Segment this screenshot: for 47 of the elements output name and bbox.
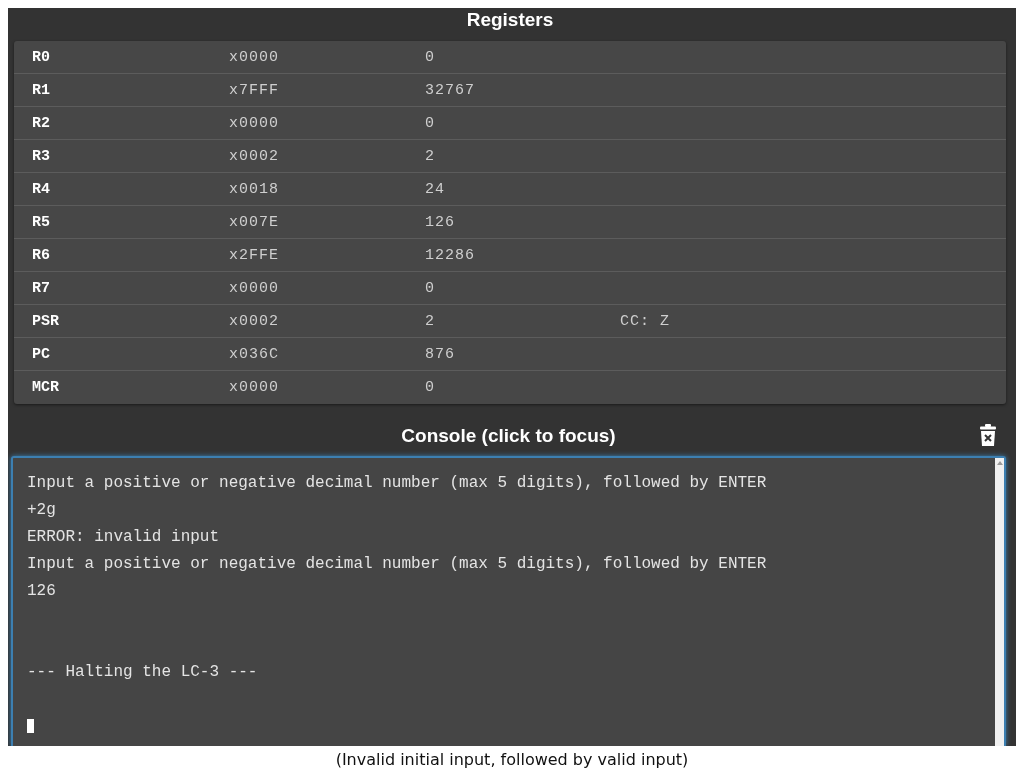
console-title[interactable]: Console (click to focus) — [401, 425, 616, 447]
console-line: Input a positive or negative decimal number (max 5 digits), followed by ENTER — [27, 474, 767, 492]
hex-value: x007E — [229, 213, 279, 231]
hex-value: x0000 — [229, 279, 279, 297]
hex-value: x0002 — [229, 147, 279, 165]
register-name: R1 — [32, 81, 50, 99]
register-name: R0 — [32, 48, 50, 66]
console-line: 126 — [27, 582, 56, 600]
console-line: Input a positive or negative decimal number (max 5 digits), followed by ENTER — [27, 555, 767, 573]
text-cursor — [27, 718, 34, 733]
register-name: R6 — [32, 246, 50, 264]
trash-icon[interactable] — [980, 424, 996, 446]
decimal-value: 0 — [425, 114, 435, 132]
register-name: R3 — [32, 147, 50, 165]
register-name: R7 — [32, 279, 50, 297]
decimal-value: 12286 — [425, 246, 475, 264]
register-name: PSR — [32, 312, 59, 330]
condition-code: CC: Z — [620, 312, 670, 330]
decimal-value: 2 — [425, 147, 435, 165]
register-name: R5 — [32, 213, 50, 231]
hex-value: x2FFE — [229, 246, 279, 264]
register-name: PC — [32, 345, 50, 363]
hex-value: x036C — [229, 345, 279, 363]
hex-value: x7FFF — [229, 81, 279, 99]
hex-value: x0002 — [229, 312, 279, 330]
console-output[interactable] — [11, 456, 1006, 746]
decimal-value: 32767 — [425, 81, 475, 99]
decimal-value: 2 — [425, 312, 435, 330]
decimal-value: 876 — [425, 345, 455, 363]
decimal-value: 24 — [425, 180, 445, 198]
scrollbar[interactable] — [995, 458, 1004, 746]
decimal-value: 0 — [425, 48, 435, 66]
decimal-value: 0 — [425, 379, 435, 396]
panel-title: Registers — [466, 9, 554, 30]
hex-value: x0000 — [229, 379, 279, 396]
console-line: --- Halting the LC-3 --- — [27, 663, 258, 681]
figure-caption: (Invalid initial input, followed by valid input) — [335, 750, 689, 769]
console-line: ERROR: invalid input — [27, 528, 220, 546]
decimal-value: 126 — [425, 213, 455, 231]
hex-value: x0000 — [229, 48, 279, 66]
console-line: +2g — [27, 501, 56, 519]
register-name: R2 — [32, 114, 50, 132]
decimal-value: 0 — [425, 279, 435, 297]
hex-value: x0000 — [229, 114, 279, 132]
register-name: R4 — [32, 180, 50, 198]
hex-value: x0018 — [229, 180, 279, 198]
register-name: MCR — [32, 379, 59, 396]
